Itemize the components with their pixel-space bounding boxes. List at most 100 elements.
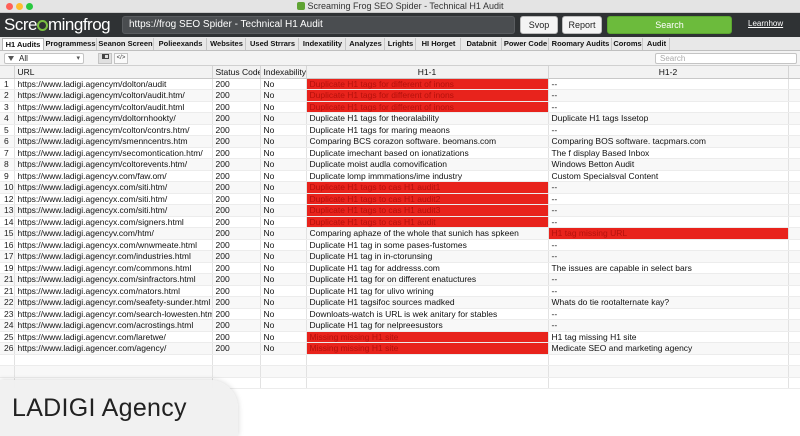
row-filler [788,204,800,217]
status-code-cell: 200 [212,135,261,148]
tab-analyzes[interactable]: Analyzes [347,38,385,50]
table-row[interactable]: 17 https://www.ladigi.agencyr.com/industr… [0,250,800,263]
table-row[interactable]: 5 https://www.ladigi.agencym/colton/contr… [0,124,800,136]
indexability-cell: No [260,147,307,159]
tab-h1-audits[interactable]: H1 Audits [2,38,44,50]
indexability-cell: No [260,181,307,194]
indexability-cell: No [260,193,307,205]
tab-programmess[interactable]: Programmess [45,38,97,50]
table-row[interactable]: 21 https://www.ladigi.agencyx.com/sinfrac… [0,273,800,286]
indexability-cell: No [260,239,307,251]
table-row[interactable]: 26 https://www.ladigi.agencer.com/agency/… [0,342,800,355]
column-header-indexability[interactable]: Indexability [260,66,307,79]
table-row[interactable]: 2 https://www.ladigi.agencym/colton/audit… [0,89,800,102]
table-view-button[interactable] [98,53,112,64]
table-row[interactable]: 15 https://www.ladigi.agencyv.com/htm/200… [0,227,800,240]
tab-hi-horget[interactable]: HI Horget [417,38,461,50]
h1-1-cell: Duplicate H1 tags for theoralability [306,112,549,125]
table-row[interactable]: 9 https://www.ladigi.agencyv.com/faw.om/2… [0,170,800,182]
search-button[interactable]: Search [607,16,732,34]
empty-cell [306,354,549,366]
url-cell: https://www.ladigi.agencym/smenncentrs.h… [14,135,213,148]
h1-1-cell: Duplicate H1 tag for addresss.com [306,262,549,274]
report-button[interactable]: Report [562,16,602,34]
row-filler [788,296,800,309]
tab-websites[interactable]: Websites [208,38,246,50]
tab-polieexands[interactable]: Polieexands [155,38,207,50]
url-cell: https://www.ladigi.agencym/dolton/audit [14,78,213,90]
table-row[interactable]: 24 https://www.ladigi.agencvr.com/acrosti… [0,319,800,332]
table-row[interactable]: 16 https://www.ladigi.agencyx.com/wnwmeat… [0,239,800,251]
column-header-h1-1[interactable]: H1-1 [306,66,549,79]
url-cell: https://www.ladigi.agencyr.com/search-lo… [14,308,213,320]
table-row[interactable]: 19 https://www.ladigi.agencyr.com/commons… [0,262,800,274]
row-filler [788,250,800,263]
table-row[interactable]: 23 https://www.ladigi.agencyr.com/search-… [0,308,800,320]
table-row[interactable]: 1 https://www.ladigi.agencym/dolton/audit… [0,78,800,90]
table-row[interactable]: 8 https://www.ladigi.agencym/coltorevents… [0,158,800,171]
table-row[interactable]: 3 https://www.ladigi.agencym/colton/audit… [0,101,800,113]
indexability-cell: No [260,342,307,355]
learnhow-link[interactable]: Learnhow [748,19,783,28]
empty-cell [212,354,261,366]
table-row[interactable]: 6 https://www.ladigi.agencym/smenncentrs.… [0,135,800,148]
column-header-status-code[interactable]: Status Code [212,66,261,79]
filter-selected-value: All [19,54,28,63]
tab-indexatility[interactable]: Indexatility [300,38,346,50]
table-row[interactable]: 13 https://www.ladigi.agencyx.com/siti.ht… [0,204,800,217]
column-header-h1-2[interactable]: H1-2 [548,66,789,79]
window-title-text: Screaming Frog SEO Spider - Technical H1… [307,1,504,11]
svop-button[interactable]: Svop [520,16,558,34]
tab-audit[interactable]: Audit [644,38,670,50]
row-filler [788,78,800,90]
tab-databnit[interactable]: Databnit [462,38,502,50]
url-cell: https://www.ladigi.agencyr.com/seafety-s… [14,296,213,309]
status-code-cell: 200 [212,331,261,343]
status-code-cell: 200 [212,204,261,217]
table-row[interactable]: 21 https://www.ladigi.agencyx.com/nators.… [0,285,800,297]
indexability-cell: No [260,89,307,102]
tab-power-code[interactable]: Power Code [503,38,549,50]
table-row[interactable]: 4 https://www.ladigi.agencym/doltornhookt… [0,112,800,125]
table-row[interactable]: 22 https://www.ladigi.agencyr.com/seafety… [0,296,800,309]
table-row[interactable]: 12 https://www.ladigi.agencyx.com/siti.ht… [0,193,800,205]
table-row[interactable]: 7 https://www.ladigi.agencym/secomonticat… [0,147,800,159]
row-filler [788,170,800,182]
table-row[interactable]: 14 https://www.ladigi.agencyx.com/signers… [0,216,800,228]
status-code-cell: 200 [212,124,261,136]
status-code-cell: 200 [212,193,261,205]
h1-1-cell: Missing missing H1 site [306,331,549,343]
row-filler [788,216,800,228]
tab-used-strrars[interactable]: Used Strrars [247,38,299,50]
row-filler [788,319,800,332]
status-code-cell: 200 [212,296,261,309]
table-row[interactable]: 10 https://www.ladigi.agencyx.com/siti.ht… [0,181,800,194]
h1-2-cell: Whats do tie rootalternate kay? [548,296,789,309]
indexability-cell: No [260,227,307,240]
code-brackets-icon: </> [116,55,126,61]
row-number: 15 [0,227,15,240]
url-input[interactable]: https://frog SEO Spider - Technical H1 A… [122,16,515,34]
table-row[interactable]: 25 https://www.ladigi.agencvr.com/laretwe… [0,331,800,343]
row-number: 25 [0,331,15,343]
row-number: 8 [0,158,15,171]
empty-cell [548,365,789,378]
tab-coroms[interactable]: Coroms [613,38,643,50]
row-filler [788,342,800,355]
column-header-url[interactable]: URL [14,66,213,79]
url-cell: https://www.ladigi.agencyx.com/siti.htm/ [14,181,213,194]
indexability-cell: No [260,308,307,320]
tab-lrights[interactable]: Lrights [386,38,416,50]
url-cell: https://www.ladigi.agencyx.com/wnwmeate.… [14,239,213,251]
tab-roomary-audits[interactable]: Roomary Audits [550,38,612,50]
row-filler [788,124,800,136]
row-number: 2 [0,89,15,102]
indexability-cell: No [260,250,307,263]
h1-2-cell: -- [548,89,789,102]
search-input[interactable]: Search [655,53,797,64]
code-view-button[interactable]: </> [114,53,128,64]
empty-cell [548,354,789,366]
tab-seanon-screen[interactable]: Seanon Screen [98,38,154,50]
filter-select[interactable]: All ▾ [4,53,84,64]
url-cell: https://www.ladigi.agencym/secomonticati… [14,147,213,159]
